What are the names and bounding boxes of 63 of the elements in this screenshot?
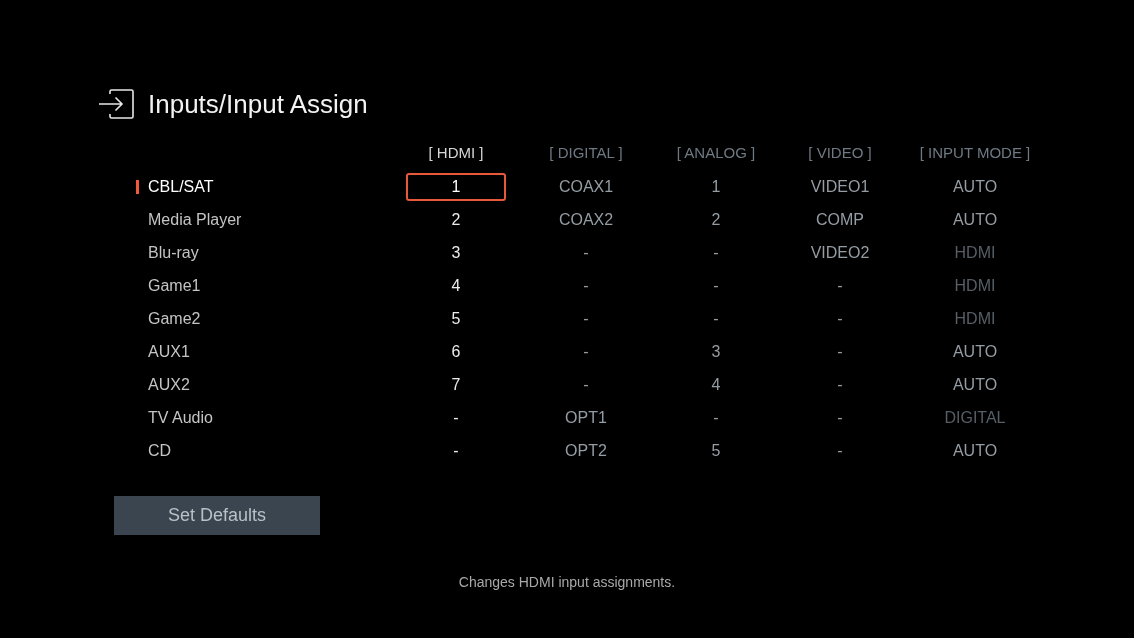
- table-cell-text: COMP: [816, 209, 864, 230]
- table-cell-text: HDMI: [954, 242, 996, 263]
- table-cell-text: -: [583, 242, 589, 263]
- input-source-item[interactable]: CBL/SAT: [148, 174, 214, 199]
- table-cell-text: VIDEO2: [810, 242, 870, 263]
- table-cell-text: 4: [451, 275, 461, 296]
- table-cell-text: -: [713, 308, 719, 329]
- table-cell-text: -: [453, 440, 459, 461]
- table-cell-text: 1: [711, 176, 721, 197]
- enter-arrow-icon: [98, 89, 134, 119]
- table-cell-text: 2: [451, 209, 461, 230]
- table-cell-text: AUTO: [952, 341, 998, 362]
- column-header: [ HDMI ]: [428, 143, 484, 164]
- table-cell-text: AUTO: [952, 374, 998, 395]
- table-cell-text: -: [837, 440, 843, 461]
- column-header: [ DIGITAL ]: [549, 143, 623, 164]
- table-cell-text: AUTO: [952, 440, 998, 461]
- table-cell-text: -: [837, 374, 843, 395]
- input-source-item[interactable]: Game2: [148, 306, 201, 331]
- table-cell-text: -: [453, 407, 459, 428]
- column-header: [ ANALOG ]: [676, 143, 756, 164]
- table-cell-text: HDMI: [954, 308, 996, 329]
- table-cell-text: 3: [451, 242, 461, 263]
- input-source-item[interactable]: Media Player: [148, 207, 242, 232]
- table-cell-text: -: [837, 407, 843, 428]
- table-cell-text: 6: [451, 341, 461, 362]
- table-cell-text: 5: [451, 308, 461, 329]
- table-cell-text: AUTO: [952, 209, 998, 230]
- table-cell-text: -: [837, 341, 843, 362]
- table-cell-text: OPT2: [565, 440, 607, 461]
- input-source-item[interactable]: Game1: [148, 273, 201, 298]
- table-cell-text: HDMI: [954, 275, 996, 296]
- column-header: [ INPUT MODE ]: [919, 143, 1031, 164]
- table-cell-text: COAX1: [558, 176, 614, 197]
- table-cell-text: -: [837, 275, 843, 296]
- table-cell-text: 4: [711, 374, 721, 395]
- table-cell-text: OPT1: [565, 407, 607, 428]
- table-cell-text: DIGITAL: [944, 407, 1006, 428]
- input-source-item[interactable]: CD: [148, 438, 172, 463]
- table-cell-text: AUTO: [952, 176, 998, 197]
- input-source-item[interactable]: AUX1: [148, 339, 190, 364]
- table-cell-text: -: [583, 308, 589, 329]
- table-cell-text: -: [583, 374, 589, 395]
- table-cell-text: 7: [451, 374, 461, 395]
- table-cell-text: 5: [711, 440, 721, 461]
- table-cell-text: -: [837, 308, 843, 329]
- table-cell-text: -: [713, 275, 719, 296]
- help-text: Changes HDMI input assignments.: [458, 574, 676, 590]
- table-cell-text: VIDEO1: [810, 176, 870, 197]
- table-cell-text: -: [713, 242, 719, 263]
- page-title: Inputs/Input Assign: [148, 88, 368, 121]
- table-cell-text: COAX2: [558, 209, 614, 230]
- table-cell-text: -: [583, 275, 589, 296]
- set-defaults-button[interactable]: Set Defaults: [114, 496, 320, 535]
- column-header: [ VIDEO ]: [808, 143, 872, 164]
- input-source-item[interactable]: AUX2: [148, 372, 190, 397]
- table-cell-text: -: [583, 341, 589, 362]
- table-cell-text: 3: [711, 341, 721, 362]
- table-cell-text: 2: [711, 209, 721, 230]
- input-source-item[interactable]: Blu-ray: [148, 240, 199, 265]
- focused-cell[interactable]: 1: [406, 172, 506, 201]
- input-source-item[interactable]: TV Audio: [148, 405, 213, 430]
- table-cell-text: -: [713, 407, 719, 428]
